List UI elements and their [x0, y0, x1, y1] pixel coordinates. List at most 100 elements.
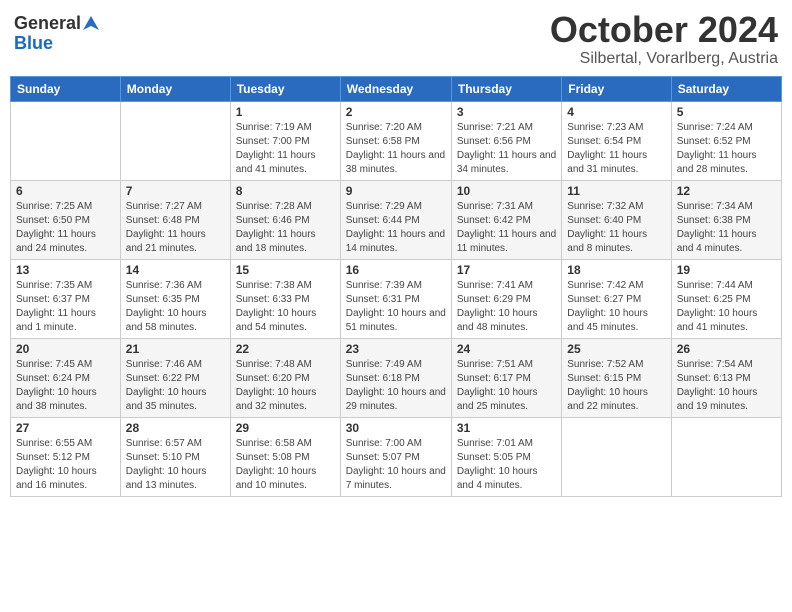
day-detail: Sunrise: 7:34 AMSunset: 6:38 PMDaylight:… — [677, 200, 776, 256]
day-number: 30 — [346, 421, 446, 435]
logo-general: General — [14, 14, 81, 34]
logo-bird-icon — [83, 16, 99, 30]
day-number: 12 — [677, 184, 776, 198]
calendar-day-cell: 31Sunrise: 7:01 AMSunset: 5:05 PMDayligh… — [451, 417, 561, 496]
calendar-week-row: 6 Sunrise: 7:25 AMSunset: 6:50 PMDaylight… — [11, 180, 782, 259]
day-number: 1 — [236, 105, 335, 119]
calendar-day-header: Tuesday — [230, 76, 340, 101]
day-detail: Sunrise: 7:01 AMSunset: 5:05 PMDaylight:… — [457, 437, 556, 493]
calendar-day-cell: 29 Sunrise: 6:58 AMSunset: 5:08 PMDayligh… — [230, 417, 340, 496]
logo: General Blue — [14, 14, 99, 54]
calendar-day-cell: 10 Sunrise: 7:31 AMSunset: 6:42 PMDayligh… — [451, 180, 561, 259]
day-detail: Sunrise: 7:38 AMSunset: 6:33 PMDaylight:… — [236, 279, 335, 335]
calendar-day-cell — [562, 417, 671, 496]
calendar-day-cell: 20Sunrise: 7:45 AMSunset: 6:24 PMDayligh… — [11, 338, 121, 417]
title-section: October 2024 Silbertal, Vorarlberg, Aust… — [550, 10, 778, 68]
day-detail: Sunrise: 7:19 AMSunset: 7:00 PMDaylight:… — [236, 121, 335, 177]
day-detail: Sunrise: 7:42 AMSunset: 6:27 PMDaylight:… — [567, 279, 665, 335]
calendar-day-cell: 26 Sunrise: 7:54 AMSunset: 6:13 PMDayligh… — [671, 338, 781, 417]
day-number: 2 — [346, 105, 446, 119]
day-detail: Sunrise: 7:39 AMSunset: 6:31 PMDaylight:… — [346, 279, 446, 335]
location-subtitle: Silbertal, Vorarlberg, Austria — [550, 50, 778, 68]
day-number: 16 — [346, 263, 446, 277]
day-detail: Sunrise: 7:45 AMSunset: 6:24 PMDaylight:… — [16, 358, 115, 414]
page-header: General Blue October 2024 Silbertal, Vor… — [10, 10, 782, 68]
day-number: 14 — [126, 263, 225, 277]
calendar-day-cell: 18 Sunrise: 7:42 AMSunset: 6:27 PMDayligh… — [562, 259, 671, 338]
day-number: 18 — [567, 263, 665, 277]
calendar-day-cell: 4Sunrise: 7:23 AMSunset: 6:54 PMDaylight… — [562, 101, 671, 180]
calendar-day-cell: 5Sunrise: 7:24 AMSunset: 6:52 PMDaylight… — [671, 101, 781, 180]
calendar-day-header: Saturday — [671, 76, 781, 101]
calendar-day-cell: 2 Sunrise: 7:20 AMSunset: 6:58 PMDaylight… — [340, 101, 451, 180]
day-detail: Sunrise: 7:21 AMSunset: 6:56 PMDaylight:… — [457, 121, 556, 177]
day-detail: Sunrise: 7:41 AMSunset: 6:29 PMDaylight:… — [457, 279, 556, 335]
day-number: 13 — [16, 263, 115, 277]
day-number: 3 — [457, 105, 556, 119]
calendar-table: SundayMondayTuesdayWednesdayThursdayFrid… — [10, 76, 782, 497]
calendar-day-cell: 25 Sunrise: 7:52 AMSunset: 6:15 PMDayligh… — [562, 338, 671, 417]
calendar-day-cell: 15 Sunrise: 7:38 AMSunset: 6:33 PMDayligh… — [230, 259, 340, 338]
calendar-day-cell: 7 Sunrise: 7:27 AMSunset: 6:48 PMDaylight… — [120, 180, 230, 259]
day-number: 11 — [567, 184, 665, 198]
calendar-day-cell: 23Sunrise: 7:49 AMSunset: 6:18 PMDayligh… — [340, 338, 451, 417]
calendar-day-cell: 8 Sunrise: 7:28 AMSunset: 6:46 PMDaylight… — [230, 180, 340, 259]
calendar-day-cell: 3 Sunrise: 7:21 AMSunset: 6:56 PMDaylight… — [451, 101, 561, 180]
day-number: 21 — [126, 342, 225, 356]
day-detail: Sunrise: 7:28 AMSunset: 6:46 PMDaylight:… — [236, 200, 335, 256]
calendar-day-cell: 12 Sunrise: 7:34 AMSunset: 6:38 PMDayligh… — [671, 180, 781, 259]
day-detail: Sunrise: 6:55 AMSunset: 5:12 PMDaylight:… — [16, 437, 115, 493]
day-detail: Sunrise: 7:48 AMSunset: 6:20 PMDaylight:… — [236, 358, 335, 414]
day-number: 27 — [16, 421, 115, 435]
calendar-day-cell: 30 Sunrise: 7:00 AMSunset: 5:07 PMDayligh… — [340, 417, 451, 496]
day-number: 15 — [236, 263, 335, 277]
day-detail: Sunrise: 7:44 AMSunset: 6:25 PMDaylight:… — [677, 279, 776, 335]
day-detail: Sunrise: 7:20 AMSunset: 6:58 PMDaylight:… — [346, 121, 446, 177]
calendar-day-cell: 9Sunrise: 7:29 AMSunset: 6:44 PMDaylight… — [340, 180, 451, 259]
calendar-day-header: Friday — [562, 76, 671, 101]
day-number: 4 — [567, 105, 665, 119]
day-detail: Sunrise: 7:49 AMSunset: 6:18 PMDaylight:… — [346, 358, 446, 414]
calendar-day-cell: 28Sunrise: 6:57 AMSunset: 5:10 PMDayligh… — [120, 417, 230, 496]
calendar-week-row: 27 Sunrise: 6:55 AMSunset: 5:12 PMDayligh… — [11, 417, 782, 496]
day-detail: Sunrise: 7:52 AMSunset: 6:15 PMDaylight:… — [567, 358, 665, 414]
calendar-day-cell: 6 Sunrise: 7:25 AMSunset: 6:50 PMDaylight… — [11, 180, 121, 259]
day-number: 25 — [567, 342, 665, 356]
day-detail: Sunrise: 7:51 AMSunset: 6:17 PMDaylight:… — [457, 358, 556, 414]
calendar-day-cell: 13 Sunrise: 7:35 AMSunset: 6:37 PMDayligh… — [11, 259, 121, 338]
day-detail: Sunrise: 7:25 AMSunset: 6:50 PMDaylight:… — [16, 200, 115, 256]
calendar-day-cell — [11, 101, 121, 180]
calendar-day-cell: 14 Sunrise: 7:36 AMSunset: 6:35 PMDayligh… — [120, 259, 230, 338]
day-number: 24 — [457, 342, 556, 356]
day-number: 17 — [457, 263, 556, 277]
day-number: 26 — [677, 342, 776, 356]
day-detail: Sunrise: 7:24 AMSunset: 6:52 PMDaylight:… — [677, 121, 776, 177]
day-detail: Sunrise: 7:27 AMSunset: 6:48 PMDaylight:… — [126, 200, 225, 256]
day-number: 9 — [346, 184, 446, 198]
day-number: 29 — [236, 421, 335, 435]
day-number: 10 — [457, 184, 556, 198]
day-detail: Sunrise: 7:54 AMSunset: 6:13 PMDaylight:… — [677, 358, 776, 414]
month-title: October 2024 — [550, 10, 778, 50]
day-number: 8 — [236, 184, 335, 198]
calendar-day-header: Monday — [120, 76, 230, 101]
day-detail: Sunrise: 7:36 AMSunset: 6:35 PMDaylight:… — [126, 279, 225, 335]
calendar-day-cell — [671, 417, 781, 496]
day-detail: Sunrise: 7:46 AMSunset: 6:22 PMDaylight:… — [126, 358, 225, 414]
calendar-day-cell: 16 Sunrise: 7:39 AMSunset: 6:31 PMDayligh… — [340, 259, 451, 338]
day-number: 19 — [677, 263, 776, 277]
calendar-day-cell — [120, 101, 230, 180]
calendar-day-header: Thursday — [451, 76, 561, 101]
day-detail: Sunrise: 7:35 AMSunset: 6:37 PMDaylight:… — [16, 279, 115, 335]
day-detail: Sunrise: 7:31 AMSunset: 6:42 PMDaylight:… — [457, 200, 556, 256]
calendar-day-cell: 19 Sunrise: 7:44 AMSunset: 6:25 PMDayligh… — [671, 259, 781, 338]
calendar-week-row: 13 Sunrise: 7:35 AMSunset: 6:37 PMDayligh… — [11, 259, 782, 338]
day-detail: Sunrise: 7:00 AMSunset: 5:07 PMDaylight:… — [346, 437, 446, 493]
calendar-week-row: 1 Sunrise: 7:19 AMSunset: 7:00 PMDaylight… — [11, 101, 782, 180]
calendar-header-row: SundayMondayTuesdayWednesdayThursdayFrid… — [11, 76, 782, 101]
day-number: 6 — [16, 184, 115, 198]
day-detail: Sunrise: 6:58 AMSunset: 5:08 PMDaylight:… — [236, 437, 335, 493]
calendar-day-cell: 1 Sunrise: 7:19 AMSunset: 7:00 PMDaylight… — [230, 101, 340, 180]
calendar-week-row: 20Sunrise: 7:45 AMSunset: 6:24 PMDayligh… — [11, 338, 782, 417]
day-number: 7 — [126, 184, 225, 198]
